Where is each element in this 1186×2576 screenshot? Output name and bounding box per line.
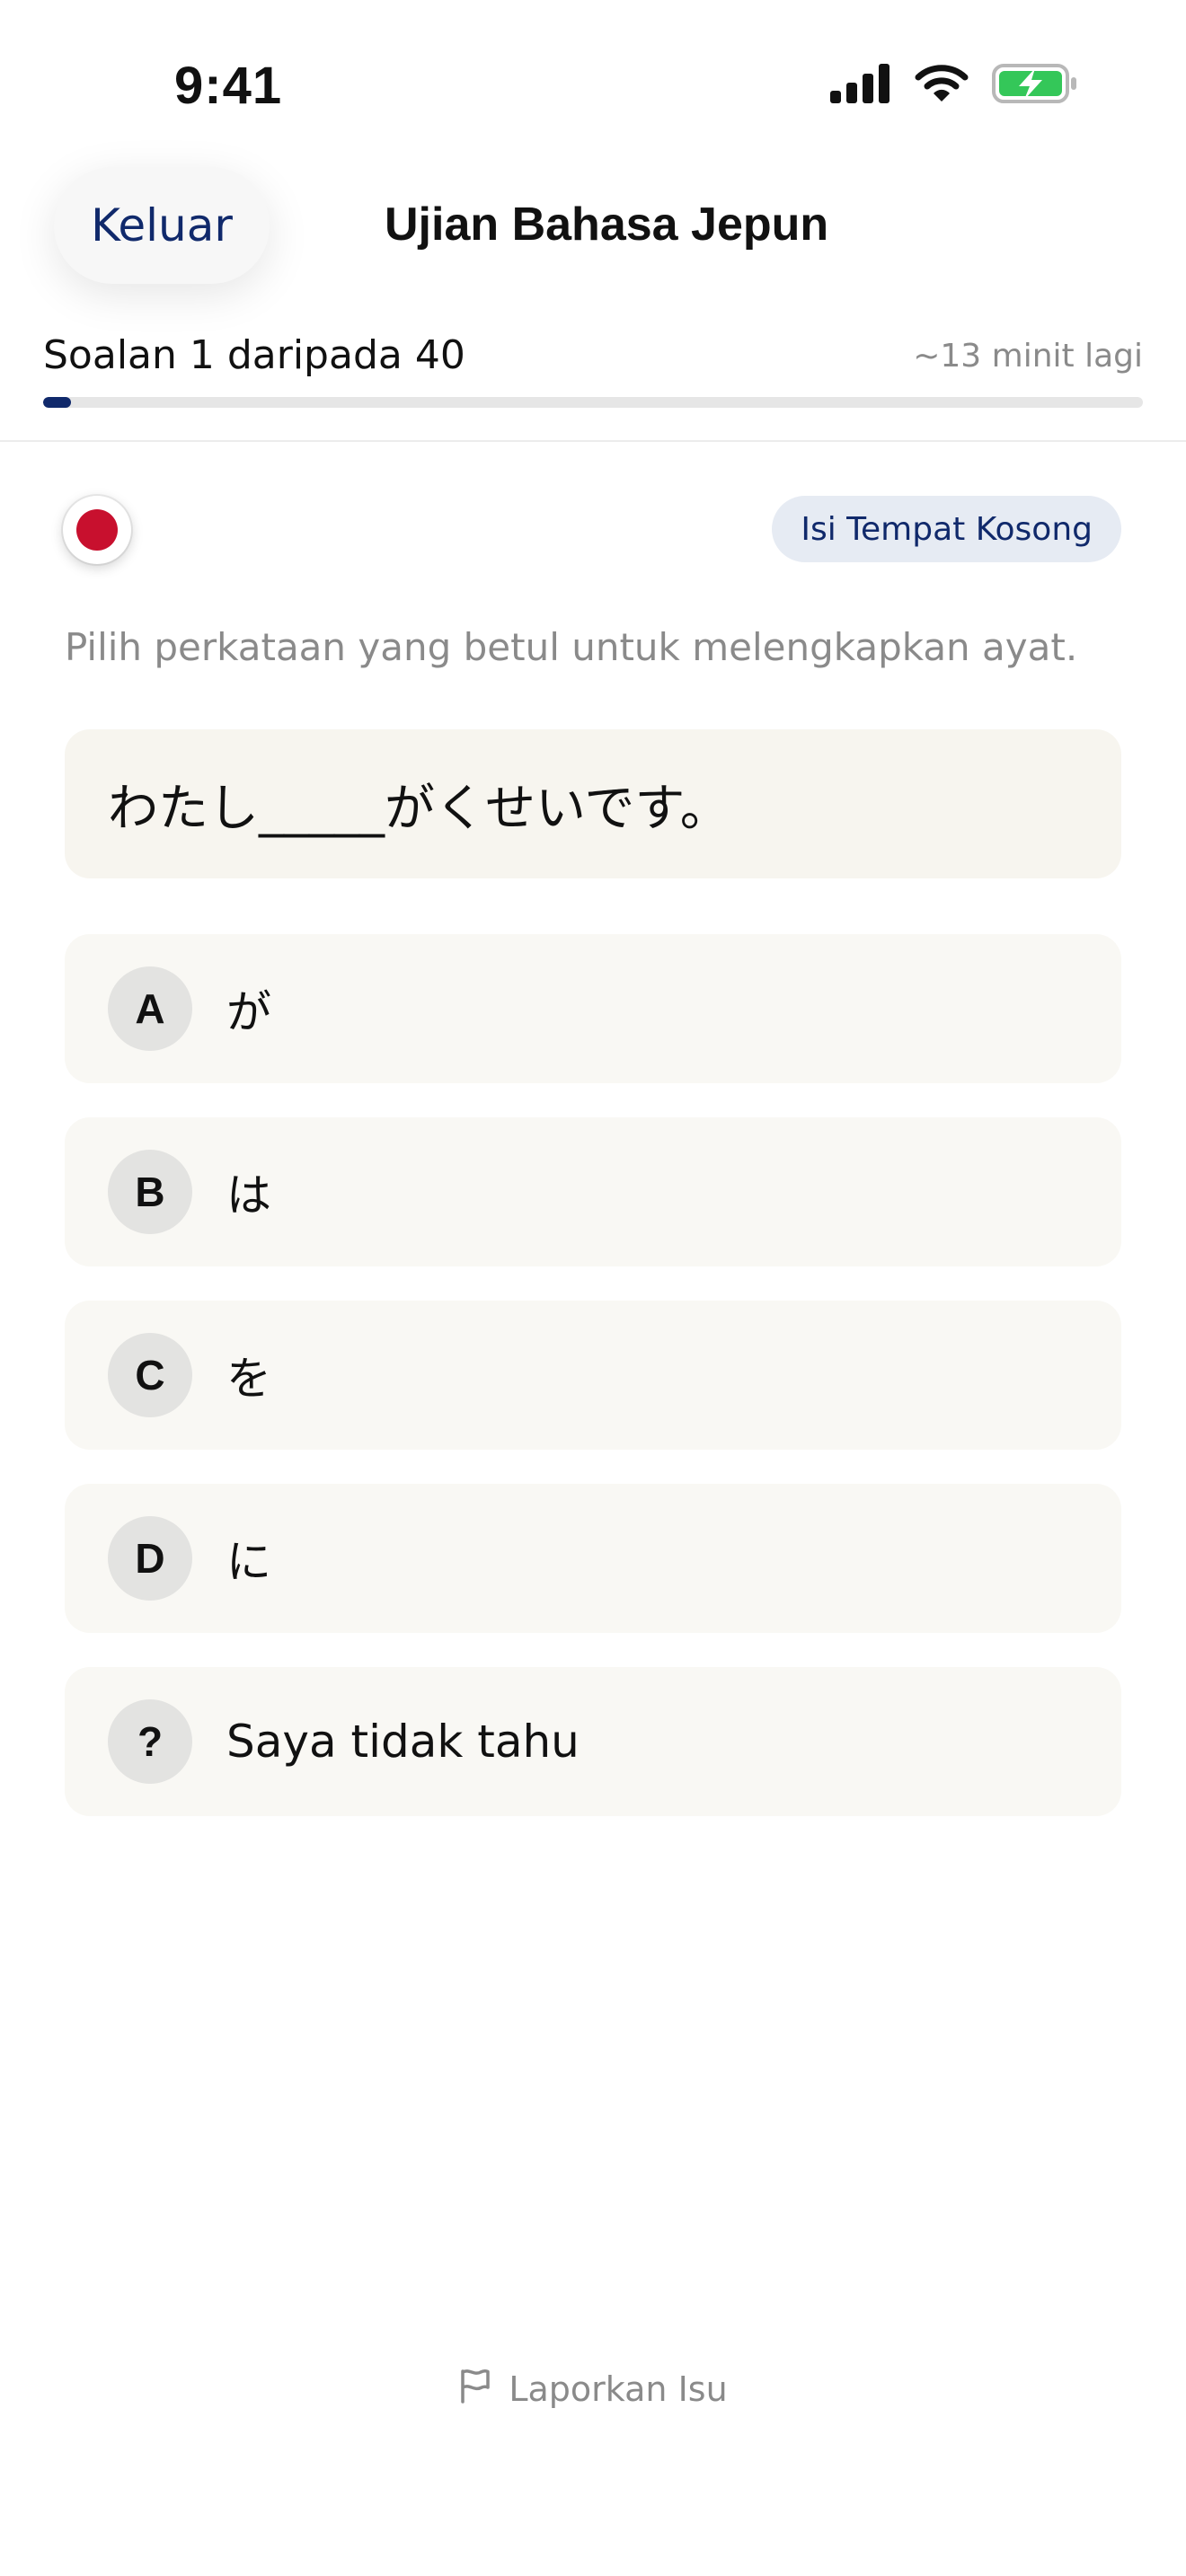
wifi-icon xyxy=(915,64,969,107)
question-instruction: Pilih perkataan yang betul untuk melengk… xyxy=(65,625,1078,669)
progress-bar-fill xyxy=(43,397,71,408)
status-bar: 9:41 xyxy=(0,0,1186,171)
question-card: わたし_____がくせいです。 xyxy=(65,729,1121,878)
option-letter-badge: C xyxy=(108,1333,192,1417)
header-divider xyxy=(0,440,1186,442)
progress-bar xyxy=(43,397,1143,408)
question-sentence: わたし_____がくせいです。 xyxy=(108,779,730,838)
exit-button[interactable]: Keluar xyxy=(54,167,270,284)
answer-option-a[interactable]: A が xyxy=(65,934,1121,1083)
flag-icon xyxy=(458,2368,491,2412)
answer-option-dont-know[interactable]: ? Saya tidak tahu xyxy=(65,1667,1121,1816)
question-type-chip: Isi Tempat Kosong xyxy=(772,496,1121,562)
option-letter-badge: B xyxy=(108,1150,192,1234)
flag-red-circle xyxy=(76,509,118,551)
option-text: を xyxy=(226,1353,271,1405)
report-issue-label: Laporkan Isu xyxy=(509,2369,728,2409)
status-icons xyxy=(830,63,1078,108)
answer-option-b[interactable]: B は xyxy=(65,1117,1121,1266)
answer-option-d[interactable]: D に xyxy=(65,1484,1121,1633)
question-counter: Soalan 1 daripada 40 xyxy=(43,332,465,378)
question-mark-badge: ? xyxy=(108,1699,192,1784)
japan-flag-icon xyxy=(63,496,131,564)
option-text: は xyxy=(226,1169,271,1222)
status-time: 9:41 xyxy=(174,57,283,115)
report-issue-link[interactable]: Laporkan Isu xyxy=(0,2362,1186,2416)
page-title: Ujian Bahasa Jepun xyxy=(385,198,829,251)
time-remaining: ~13 minit lagi xyxy=(913,338,1143,375)
top-bar: Keluar Ujian Bahasa Jepun xyxy=(0,162,1186,296)
battery-charging-icon xyxy=(992,63,1078,108)
option-letter-badge: D xyxy=(108,1516,192,1601)
answer-option-c[interactable]: C を xyxy=(65,1301,1121,1450)
option-letter-badge: A xyxy=(108,966,192,1051)
progress-row: Soalan 1 daripada 40 ~13 minit lagi xyxy=(43,332,1143,386)
option-text: に xyxy=(226,1536,271,1588)
option-text: Saya tidak tahu xyxy=(226,1716,580,1768)
cellular-signal-icon xyxy=(830,64,891,107)
option-text: が xyxy=(226,986,271,1038)
